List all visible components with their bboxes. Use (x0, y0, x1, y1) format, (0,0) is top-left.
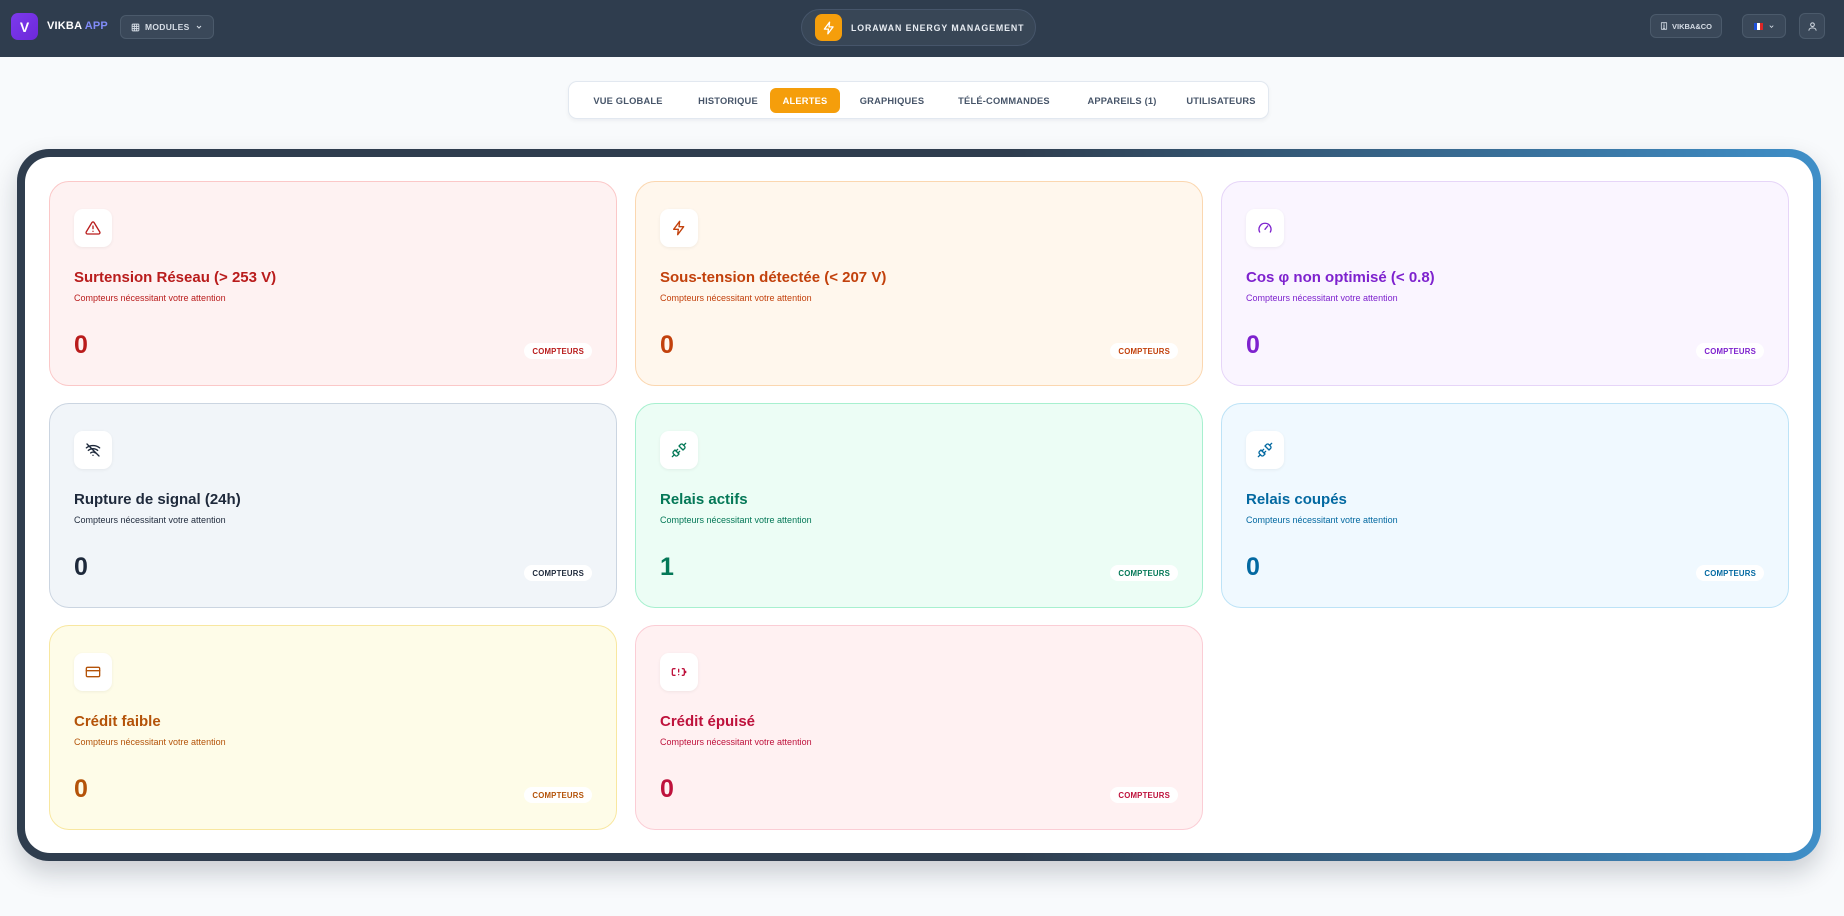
alert-card-sous-tension[interactable]: Sous-tension détectée (< 207 V) Compteur… (635, 181, 1203, 386)
card-title: Relais coupés (1246, 491, 1347, 508)
card-title: Cos φ non optimisé (< 0.8) (1246, 269, 1435, 286)
alert-card-rupture-signal[interactable]: Rupture de signal (24h) Compteurs nécess… (49, 403, 617, 608)
brand-name: VIKBA (47, 20, 82, 32)
card-subtitle: Compteurs nécessitant votre attention (74, 737, 226, 747)
alert-card-credit-epuise[interactable]: Crédit épuisé Compteurs nécessitant votr… (635, 625, 1203, 830)
language-selector[interactable] (1742, 14, 1786, 38)
bolt-icon (660, 209, 698, 247)
card-badge: COMPTEURS (524, 787, 592, 803)
card-title: Rupture de signal (24h) (74, 491, 241, 508)
battery-warning-icon (660, 653, 698, 691)
gauge-icon (1246, 209, 1284, 247)
modules-label: MODULES (145, 22, 190, 32)
warning-triangle-icon (74, 209, 112, 247)
alert-card-relais-actifs[interactable]: Relais actifs Compteurs nécessitant votr… (635, 403, 1203, 608)
plug-icon (660, 431, 698, 469)
tab-graphiques[interactable]: GRAPHIQUES (849, 88, 935, 113)
card-count: 0 (1246, 553, 1260, 581)
card-subtitle: Compteurs nécessitant votre attention (1246, 293, 1398, 303)
card-title: Sous-tension détectée (< 207 V) (660, 269, 887, 286)
tab-vue-globale[interactable]: VUE GLOBALE (581, 88, 675, 113)
tab-label: APPAREILS (1) (1087, 95, 1157, 106)
logo-letter: V (19, 18, 30, 35)
card-count: 0 (660, 331, 674, 359)
tab-alertes[interactable]: ALERTES (770, 88, 840, 113)
user-menu-button[interactable] (1799, 13, 1825, 39)
card-count: 0 (74, 553, 88, 581)
french-flag-icon (1753, 22, 1764, 30)
top-navbar: V VIKBA APP MODULES LORAWAN ENERGY MANAG… (0, 0, 1844, 57)
app-brand: VIKBA APP (47, 20, 108, 32)
card-badge: COMPTEURS (1110, 787, 1178, 803)
alerts-panel: Surtension Réseau (> 253 V) Compteurs né… (25, 157, 1813, 853)
card-badge: COMPTEURS (524, 343, 592, 359)
card-subtitle: Compteurs nécessitant votre attention (1246, 515, 1398, 525)
card-badge: COMPTEURS (1110, 565, 1178, 581)
tab-historique[interactable]: HISTORIQUE (685, 88, 771, 113)
tab-utilisateurs[interactable]: UTILISATEURS (1178, 88, 1264, 113)
tab-label: TÉLÉ-COMMANDES (958, 95, 1050, 106)
card-subtitle: Compteurs nécessitant votre attention (660, 515, 812, 525)
alert-card-credit-faible[interactable]: Crédit faible Compteurs nécessitant votr… (49, 625, 617, 830)
plug-off-icon (1246, 431, 1284, 469)
card-title: Surtension Réseau (> 253 V) (74, 269, 277, 286)
chevron-down-icon (1768, 24, 1774, 28)
grid-icon (131, 23, 140, 31)
card-badge: COMPTEURS (1110, 343, 1178, 359)
card-subtitle: Compteurs nécessitant votre attention (74, 515, 226, 525)
card-count: 1 (660, 553, 674, 581)
card-badge: COMPTEURS (1696, 565, 1764, 581)
bolt-icon (815, 14, 842, 41)
tab-label: VUE GLOBALE (593, 95, 663, 106)
card-badge: COMPTEURS (1696, 343, 1764, 359)
section-tabs: VUE GLOBALE HISTORIQUE ALERTES GRAPHIQUE… (568, 81, 1269, 119)
chevron-down-icon (196, 25, 201, 29)
card-subtitle: Compteurs nécessitant votre attention (660, 293, 812, 303)
app-logo[interactable]: V (11, 13, 38, 40)
alerts-panel-frame: Surtension Réseau (> 253 V) Compteurs né… (17, 149, 1821, 861)
organization-button[interactable]: VIKBA&CO (1650, 14, 1723, 38)
tab-label: UTILISATEURS (1186, 95, 1256, 106)
card-count: 0 (1246, 331, 1260, 359)
tab-label: GRAPHIQUES (859, 95, 925, 106)
tab-label: ALERTES (782, 95, 828, 106)
card-count: 0 (74, 331, 88, 359)
card-title: Crédit épuisé (660, 713, 756, 730)
credit-card-icon (74, 653, 112, 691)
card-title: Relais actifs (660, 491, 748, 508)
card-subtitle: Compteurs nécessitant votre attention (74, 293, 226, 303)
app-title: LORAWAN ENERGY MANAGEMENT (851, 22, 1025, 33)
card-count: 0 (660, 775, 674, 803)
app-title-pill: LORAWAN ENERGY MANAGEMENT (801, 9, 1036, 46)
card-badge: COMPTEURS (524, 565, 592, 581)
card-count: 0 (74, 775, 88, 803)
modules-menu-button[interactable]: MODULES (120, 15, 214, 39)
card-title: Crédit faible (74, 713, 161, 730)
alert-card-relais-coupes[interactable]: Relais coupés Compteurs nécessitant votr… (1221, 403, 1789, 608)
tab-appareils[interactable]: APPAREILS (1) (1072, 88, 1172, 113)
tab-label: HISTORIQUE (698, 95, 758, 106)
alert-card-surtension[interactable]: Surtension Réseau (> 253 V) Compteurs né… (49, 181, 617, 386)
wifi-off-icon (74, 431, 112, 469)
organization-label: VIKBA&CO (1672, 21, 1713, 31)
user-icon (1807, 21, 1817, 31)
alert-card-cos-phi[interactable]: Cos φ non optimisé (< 0.8) Compteurs néc… (1221, 181, 1789, 386)
building-icon (1660, 22, 1668, 30)
brand-suffix: APP (84, 20, 108, 32)
tab-tele-commandes[interactable]: TÉLÉ-COMMANDES (947, 88, 1061, 113)
card-subtitle: Compteurs nécessitant votre attention (660, 737, 812, 747)
